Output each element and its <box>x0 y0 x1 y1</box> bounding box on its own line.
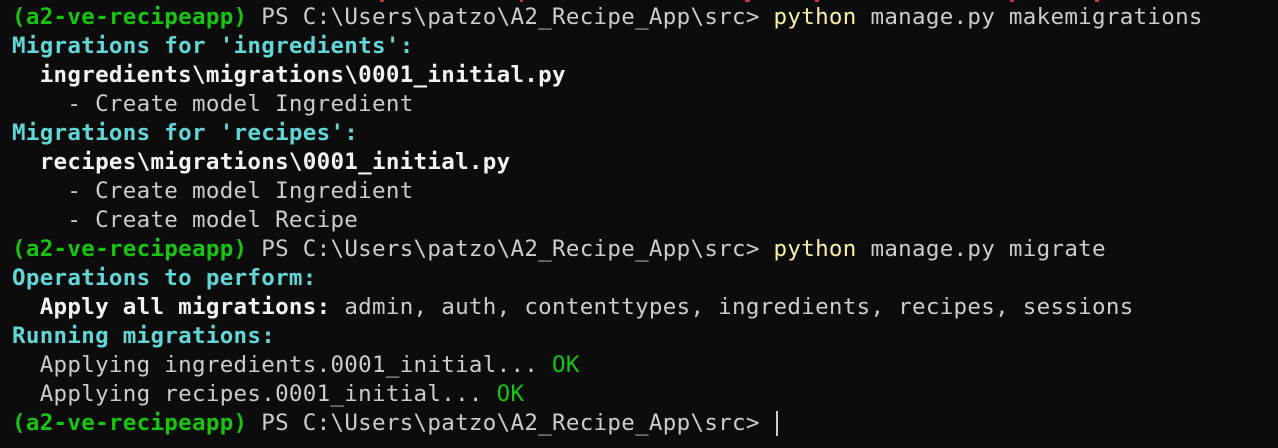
prompt-path: PS C:\Users\patzo\A2_Recipe_App\src> <box>247 236 774 262</box>
output-line: Applying recipes.0001_initial... OK <box>12 380 1270 409</box>
prompt-path: PS C:\Users\patzo\A2_Recipe_App\src> <box>247 410 774 436</box>
output-line: Operations to perform: <box>12 264 1270 293</box>
output-line: Applying ingredients.0001_initial... OK <box>12 351 1270 380</box>
status-ok: OK <box>538 352 580 378</box>
text-cursor[interactable] <box>775 411 778 436</box>
section-heading: Migrations for 'ingredients': <box>12 33 414 59</box>
prompt-line: (a2-ve-recipeapp) PS C:\Users\patzo\A2_R… <box>12 3 1270 32</box>
section-heading: Operations to perform: <box>12 265 317 291</box>
virtualenv-name: (a2-ve-recipeapp) <box>12 236 248 262</box>
prompt-line: (a2-ve-recipeapp) PS C:\Users\patzo\A2_R… <box>12 235 1270 264</box>
output-line: Running migrations: <box>12 322 1270 351</box>
output-line: recipes\migrations\0001_initial.py <box>12 148 1270 177</box>
prompt-path: PS C:\Users\patzo\A2_Recipe_App\src> <box>247 4 774 30</box>
output-line: Apply all migrations: admin, auth, conte… <box>12 293 1270 322</box>
output-line: - Create model Recipe <box>12 206 1270 235</box>
section-heading: Migrations for 'recipes': <box>12 120 359 146</box>
migration-file-path: ingredients\migrations\0001_initial.py <box>12 62 566 88</box>
migration-step: Applying recipes.0001_initial... <box>12 381 483 407</box>
command-name: python <box>773 4 857 30</box>
virtualenv-name: (a2-ve-recipeapp) <box>12 4 248 30</box>
output-label: Apply all migrations: <box>12 294 331 320</box>
status-ok: OK <box>482 381 525 407</box>
command-args: manage.py makemigrations <box>856 4 1203 30</box>
output-line: Migrations for 'recipes': <box>12 119 1270 148</box>
migration-operation: - Create model Ingredient <box>12 91 414 117</box>
output-line: - Create model Ingredient <box>12 177 1270 206</box>
output-value: admin, auth, contenttypes, ingredients, … <box>330 294 1134 320</box>
command-name: python <box>773 236 857 262</box>
terminal-window[interactable]: (a2-ve-recipeapp) PS C:\Users\patzo\A2_R… <box>0 0 1278 448</box>
output-line: Migrations for 'ingredients': <box>12 32 1270 61</box>
command-args: manage.py migrate <box>856 236 1106 262</box>
output-line: - Create model Ingredient <box>12 90 1270 119</box>
migration-operation: - Create model Recipe <box>12 207 359 233</box>
migration-step: Applying ingredients.0001_initial... <box>12 352 539 378</box>
output-line: ingredients\migrations\0001_initial.py <box>12 61 1270 90</box>
prompt-line: (a2-ve-recipeapp) PS C:\Users\patzo\A2_R… <box>12 409 1270 438</box>
migration-operation: - Create model Ingredient <box>12 178 414 204</box>
virtualenv-name: (a2-ve-recipeapp) <box>12 410 248 436</box>
section-heading: Running migrations: <box>12 323 276 349</box>
terminal-output: (a2-ve-recipeapp) PS C:\Users\patzo\A2_R… <box>12 3 1270 438</box>
migration-file-path: recipes\migrations\0001_initial.py <box>12 149 511 175</box>
